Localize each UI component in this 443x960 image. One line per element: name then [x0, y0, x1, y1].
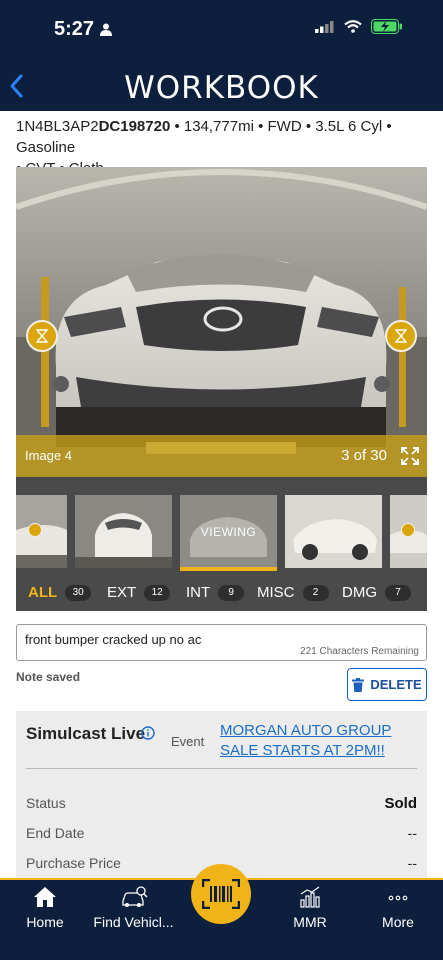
- filter-tab-int[interactable]: INT 9: [186, 584, 245, 601]
- simulcast-card: Simulcast Live Event MORGAN AUTO GROUP S…: [16, 711, 427, 886]
- delete-note-button[interactable]: DELETE: [347, 668, 427, 701]
- filter-label: ALL: [28, 584, 58, 601]
- nav-label: Home: [26, 914, 64, 930]
- filter-label: MISC: [257, 584, 295, 601]
- viewing-indicator: [180, 567, 277, 571]
- delete-label: DELETE: [370, 677, 422, 692]
- hourglass-icon: [36, 329, 48, 343]
- nav-mmr[interactable]: MMR: [285, 884, 335, 930]
- row-label: Purchase Price: [26, 855, 121, 871]
- cellular-signal-icon: [315, 20, 334, 33]
- photo-filter-tabs: ALL 30 EXT 12 INT 9 MISC 2 DMG 7: [16, 584, 427, 606]
- event-link[interactable]: MORGAN AUTO GROUP SALE STARTS AT 2PM!!: [220, 721, 420, 761]
- filter-count: 12: [144, 584, 171, 601]
- nav-find-vehicle[interactable]: Find Vehicl...: [86, 884, 181, 930]
- filter-tab-dmg[interactable]: DMG 7: [342, 584, 411, 601]
- filter-label: EXT: [107, 584, 137, 601]
- thumbnail-nav-dot: [401, 523, 415, 537]
- simulcast-title: Simulcast Live: [26, 724, 146, 743]
- nav-more[interactable]: More: [373, 884, 423, 930]
- filter-tab-all[interactable]: ALL 30: [28, 584, 92, 601]
- vehicle-photo: [16, 167, 427, 477]
- status-row: Status Sold: [26, 795, 418, 812]
- hourglass-icon: [395, 329, 407, 343]
- trash-icon: [352, 677, 365, 692]
- row-label: Status: [26, 795, 66, 811]
- filter-count: 2: [302, 584, 329, 601]
- note-input[interactable]: front bumper cracked up no ac 221 Charac…: [16, 624, 427, 661]
- vehicle-photo-viewer[interactable]: Image 4 3 of 30: [16, 167, 427, 477]
- nav-label: Find Vehicl...: [93, 914, 174, 930]
- note-saved-status: Note saved: [16, 670, 81, 684]
- photo-counter: 3 of 30: [341, 447, 387, 464]
- status-time: 5:27: [54, 18, 95, 40]
- photo-thumbnail-current[interactable]: VIEWING: [180, 495, 277, 568]
- app-header: 5:27 WORKBOOK: [0, 0, 443, 111]
- filter-count: 7: [385, 584, 411, 601]
- nav-label: MMR: [293, 914, 327, 930]
- fullscreen-expand-icon[interactable]: [401, 447, 419, 465]
- photo-thumbnail[interactable]: [285, 495, 382, 568]
- thumbnail-nav-dot: [28, 523, 42, 537]
- person-icon: [100, 23, 112, 36]
- row-label: End Date: [26, 825, 85, 841]
- viewing-label: VIEWING: [200, 525, 257, 539]
- status-icons: [315, 19, 403, 34]
- filter-label: DMG: [342, 584, 377, 601]
- filter-label: INT: [186, 584, 211, 601]
- barcode-scan-button[interactable]: [191, 864, 251, 924]
- nav-label: More: [382, 914, 414, 930]
- info-icon[interactable]: [141, 726, 155, 740]
- vin-suffix: DC198720: [98, 118, 171, 135]
- row-value: --: [407, 825, 417, 841]
- filter-count: 9: [218, 584, 245, 601]
- thumbnail-image: [75, 495, 172, 568]
- more-icon: [388, 895, 408, 901]
- battery-charging-icon: [371, 19, 402, 34]
- filter-count: 30: [65, 584, 92, 601]
- filter-tab-ext[interactable]: EXT 12: [107, 584, 171, 601]
- next-photo-button[interactable]: [385, 320, 417, 352]
- photo-thumbnail[interactable]: [390, 495, 427, 568]
- event-label: Event: [171, 734, 205, 749]
- previous-photo-button[interactable]: [26, 320, 58, 352]
- photo-thumbnail[interactable]: [16, 495, 67, 568]
- divider: [26, 768, 417, 769]
- vin-prefix: 1N4BL3AP2: [16, 118, 99, 135]
- row-value: Sold: [384, 795, 418, 812]
- filter-tab-misc[interactable]: MISC 2: [257, 584, 329, 601]
- row-value: --: [407, 855, 417, 871]
- photo-thumbnail[interactable]: [75, 495, 172, 568]
- end-date-row: End Date --: [26, 825, 417, 841]
- thumbnail-image: [285, 495, 382, 568]
- nav-home[interactable]: Home: [20, 884, 70, 930]
- page-title: WORKBOOK: [124, 70, 319, 106]
- barcode-scan-icon: [202, 879, 240, 909]
- chart-icon: [300, 886, 320, 908]
- home-icon: [34, 887, 56, 907]
- photo-caption: Image 4: [25, 448, 72, 463]
- note-text: front bumper cracked up no ac: [25, 632, 202, 647]
- thumbnail-strip: VIEWING ALL 30 EXT 12 INT 9 MISC 2 DMG 7: [16, 477, 427, 611]
- car-search-icon: [121, 886, 148, 907]
- characters-remaining: 221 Characters Remaining: [300, 646, 419, 657]
- wifi-icon: [344, 20, 362, 33]
